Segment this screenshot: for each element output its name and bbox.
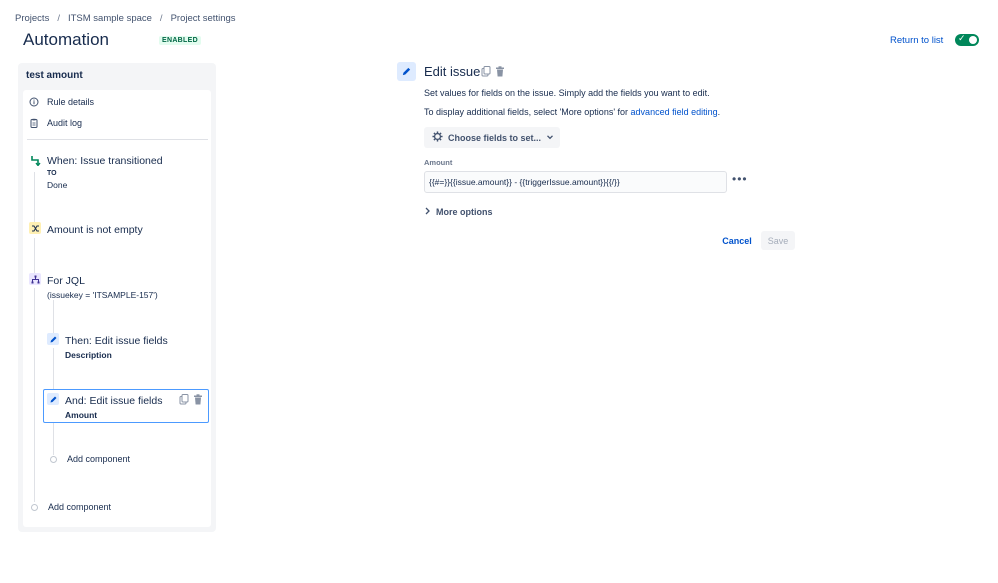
trigger-to-label: TO xyxy=(47,170,57,177)
choose-fields-dropdown[interactable]: Choose fields to set... xyxy=(424,127,560,148)
more-options-label: More options xyxy=(436,207,493,217)
condition-title: Amount is not empty xyxy=(47,224,143,236)
transition-icon xyxy=(29,154,41,166)
add-dot-icon xyxy=(31,503,38,511)
page-title: Automation xyxy=(23,30,109,49)
trigger-title: When: Issue transitioned xyxy=(47,155,163,167)
action-field: Description xyxy=(65,350,112,360)
cancel-button[interactable]: Cancel xyxy=(716,231,758,250)
breadcrumb-itsm-sample-space[interactable]: ITSM sample space xyxy=(68,13,152,24)
rule-enabled-toggle[interactable]: ✓ xyxy=(955,33,979,46)
info-icon xyxy=(29,97,39,107)
breadcrumb: Projects / ITSM sample space / Project s… xyxy=(15,13,236,24)
breadcrumb-project-settings[interactable]: Project settings xyxy=(171,13,236,24)
flow-connector xyxy=(34,238,35,274)
rule-details-label: Rule details xyxy=(47,97,95,107)
branch-jql: (issuekey = 'ITSAMPLE-157') xyxy=(47,290,158,300)
copy-icon[interactable] xyxy=(179,394,189,408)
amount-field-label: Amount xyxy=(424,158,453,167)
add-dot-icon xyxy=(50,455,57,463)
add-component-root[interactable]: Add component xyxy=(31,502,111,512)
breadcrumb-projects[interactable]: Projects xyxy=(15,13,49,24)
trash-icon[interactable] xyxy=(495,66,505,80)
editor-title: Edit issue xyxy=(424,64,481,79)
more-options-toggle[interactable]: More options xyxy=(424,207,493,217)
chevron-down-icon xyxy=(546,133,554,143)
divider xyxy=(27,139,208,140)
check-icon: ✓ xyxy=(958,33,966,43)
advanced-hint-suffix: . xyxy=(717,107,721,117)
gear-icon xyxy=(432,131,443,144)
save-button[interactable]: Save xyxy=(761,231,795,250)
flow-connector xyxy=(34,288,35,502)
breadcrumb-separator: / xyxy=(57,13,60,24)
rule-name: test amount xyxy=(26,70,83,81)
branch-connector xyxy=(53,421,54,455)
add-component-branch[interactable]: Add component xyxy=(50,454,130,464)
chevron-right-icon xyxy=(424,207,431,217)
action-title: And: Edit issue fields xyxy=(65,395,163,407)
advanced-field-editing-link[interactable]: advanced field editing xyxy=(631,107,718,117)
action-title: Then: Edit issue fields xyxy=(65,335,168,347)
clipboard-icon xyxy=(29,118,39,128)
branch-connector xyxy=(53,348,54,390)
add-component-label: Add component xyxy=(67,454,131,464)
branch-connector xyxy=(53,300,54,334)
copy-icon[interactable] xyxy=(481,66,491,80)
branch-icon xyxy=(29,273,41,285)
amount-field-input[interactable]: {{#=}}{{issue.amount}} - {{triggerIssue.… xyxy=(424,171,727,193)
audit-log-item[interactable]: Audit log xyxy=(29,118,82,128)
pencil-icon xyxy=(397,62,416,81)
pencil-icon xyxy=(47,333,59,345)
editor-advanced-hint: To display additional fields, select 'Mo… xyxy=(424,107,720,117)
audit-log-label: Audit log xyxy=(47,118,83,128)
return-to-list-link[interactable]: Return to list xyxy=(890,35,943,46)
branch-title: For JQL xyxy=(47,275,85,287)
pencil-icon xyxy=(47,393,59,405)
shuffle-icon xyxy=(29,222,41,234)
flow-connector xyxy=(34,172,35,224)
editor-description: Set values for fields on the issue. Simp… xyxy=(424,88,710,98)
action-field: Amount xyxy=(65,410,98,420)
breadcrumb-separator: / xyxy=(159,13,163,24)
advanced-hint-text: To display additional fields, select 'Mo… xyxy=(424,107,631,117)
more-actions-icon[interactable]: ••• xyxy=(732,172,748,186)
status-badge: ENABLED xyxy=(159,36,201,45)
rule-details-item[interactable]: Rule details xyxy=(29,97,94,107)
toggle-knob xyxy=(969,36,977,44)
trigger-to-value: Done xyxy=(47,180,68,190)
choose-fields-label: Choose fields to set... xyxy=(448,132,542,143)
add-component-label: Add component xyxy=(48,502,112,512)
trash-icon[interactable] xyxy=(193,394,203,408)
